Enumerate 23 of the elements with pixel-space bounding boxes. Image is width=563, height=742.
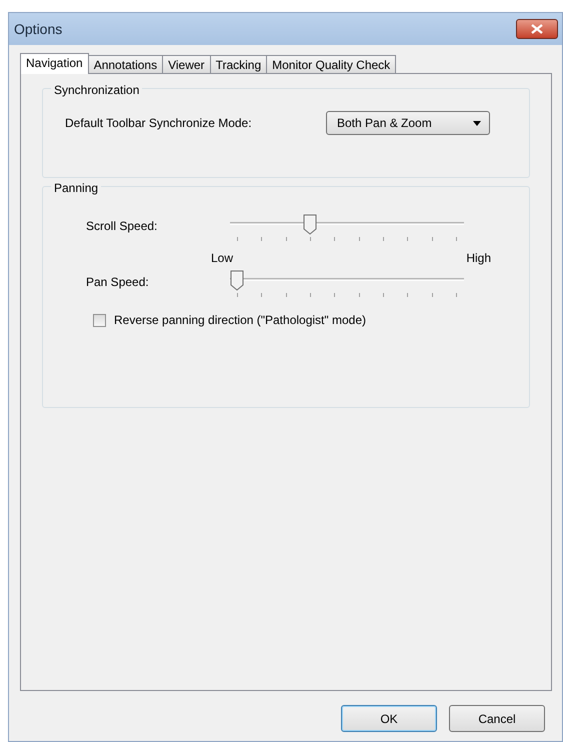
slider-thumb[interactable]: [230, 270, 244, 291]
checkbox-label: Reverse panning direction ("Pathologist" mode): [114, 312, 366, 329]
slider-label: Scroll Speed:: [86, 218, 158, 235]
slider[interactable]: [230, 213, 464, 237]
scale-label: Low: [211, 250, 234, 267]
slider-label: Pan Speed:: [86, 274, 150, 291]
slider[interactable]: [230, 269, 464, 293]
field-label: Default Toolbar Synchronize Mode:: [65, 115, 253, 132]
dialog-button[interactable]: Cancel: [449, 705, 545, 732]
window-title: Options: [14, 20, 62, 39]
slider-thumb[interactable]: [303, 214, 318, 235]
scale-label: High: [466, 250, 491, 267]
dialog-button[interactable]: OK: [341, 705, 437, 732]
checkbox[interactable]: [93, 314, 106, 326]
close-button[interactable]: [516, 19, 558, 39]
close-icon: [531, 24, 543, 34]
dropdown-arrow-icon: [473, 120, 481, 126]
tab[interactable]: Viewer: [162, 55, 211, 73]
tab[interactable]: Tracking: [210, 55, 268, 73]
sync-mode-dropdown[interactable]: Both Pan & Zoom: [326, 111, 490, 135]
tab[interactable]: Annotations: [88, 55, 164, 73]
tab[interactable]: Navigation: [20, 53, 89, 74]
tab[interactable]: Monitor Quality Check: [266, 55, 396, 73]
